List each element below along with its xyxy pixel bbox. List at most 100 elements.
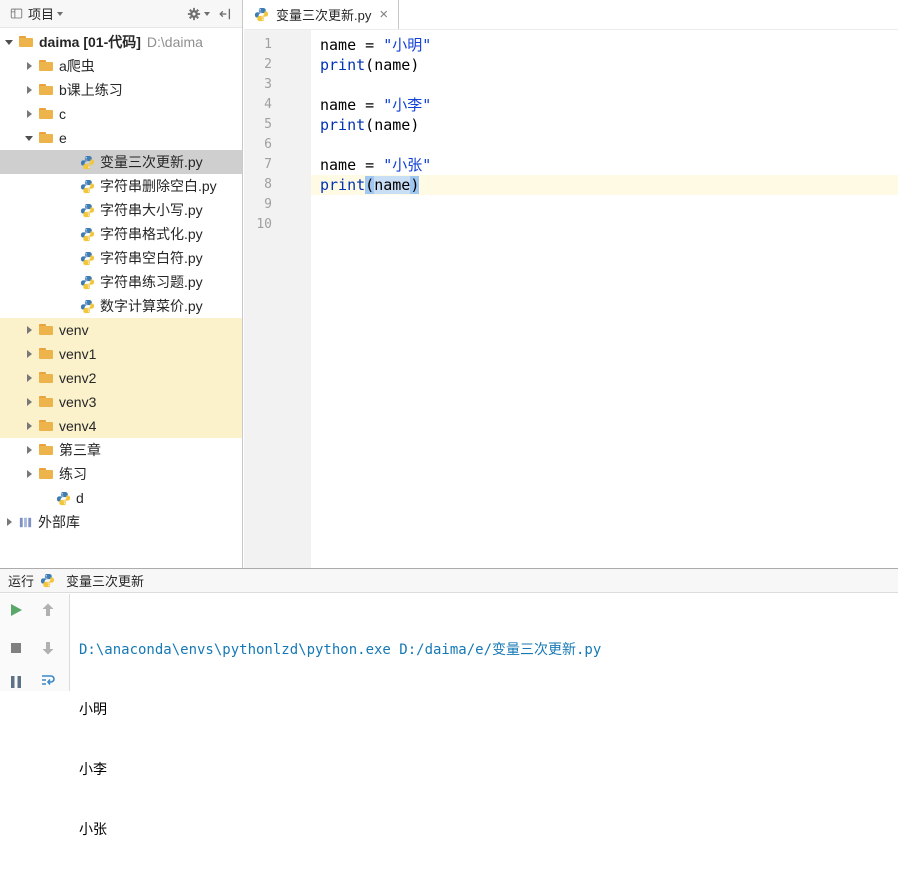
chevron-right-icon[interactable] xyxy=(22,346,38,362)
folder-icon xyxy=(38,442,54,458)
python-file-icon xyxy=(254,7,269,22)
chevron-right-icon[interactable] xyxy=(22,466,38,482)
console-output[interactable]: D:\anaconda\envs\pythonlzd\python.exe D:… xyxy=(71,594,898,838)
tree-item[interactable]: a爬虫 xyxy=(0,54,242,78)
tree-item[interactable]: e xyxy=(0,126,242,150)
chevron-right-icon[interactable] xyxy=(2,514,18,530)
folder-icon xyxy=(18,34,34,50)
stop-icon xyxy=(11,643,21,653)
chevron-right-icon[interactable] xyxy=(22,58,38,74)
code-line[interactable]: name = "小张" xyxy=(311,155,898,175)
tree-item[interactable]: venv4 xyxy=(0,414,242,438)
chevron-right-icon[interactable] xyxy=(22,442,38,458)
tree-item[interactable]: 字符串删除空白.py xyxy=(0,174,242,198)
close-icon[interactable]: × xyxy=(379,7,388,22)
code-line[interactable] xyxy=(311,135,898,155)
tree-item[interactable]: 字符串大小写.py xyxy=(0,198,242,222)
code-token: name xyxy=(374,56,411,74)
chevron-down-icon[interactable] xyxy=(2,34,18,50)
tree-item[interactable]: 练习 xyxy=(0,462,242,486)
chevron-right-icon[interactable] xyxy=(22,106,38,122)
line-number: 9 xyxy=(264,197,272,212)
tree-item-label: 变量三次更新.py xyxy=(100,154,203,170)
chevron-placeholder xyxy=(40,490,56,506)
code-line[interactable]: name = "小李" xyxy=(311,95,898,115)
run-panel-title: 运行 xyxy=(8,574,35,589)
code-line-caret[interactable]: print(name) xyxy=(311,175,898,195)
line-number: 3 xyxy=(264,77,272,92)
tree-item-label: a爬虫 xyxy=(59,58,95,74)
tree-item[interactable]: 数字计算菜价.py xyxy=(0,294,242,318)
tree-item[interactable]: venv1 xyxy=(0,342,242,366)
code-token-string: "小李" xyxy=(383,96,432,114)
tree-item-root[interactable]: daima [01-代码] D:\daima xyxy=(0,30,242,54)
code-token-keyword: print xyxy=(320,176,366,194)
tree-item-active-file[interactable]: 变量三次更新.py xyxy=(0,150,242,174)
settings-button[interactable] xyxy=(185,5,212,23)
tree-item-label: c xyxy=(59,106,66,122)
folder-icon xyxy=(38,322,54,338)
chevron-right-icon[interactable] xyxy=(22,418,38,434)
tree-item[interactable]: venv3 xyxy=(0,390,242,414)
code-line[interactable] xyxy=(311,195,898,215)
down-stacktrace-button[interactable] xyxy=(40,640,56,656)
up-stacktrace-button[interactable] xyxy=(40,602,56,618)
tree-item-label: b课上练习 xyxy=(59,82,123,98)
folder-icon xyxy=(38,58,54,74)
line-number: 8 xyxy=(264,177,272,192)
code-token-keyword: print xyxy=(320,116,366,134)
tree-item[interactable]: venv2 xyxy=(0,366,242,390)
soft-wrap-button[interactable] xyxy=(40,672,56,688)
folder-icon xyxy=(38,106,54,122)
tree-item[interactable]: c xyxy=(0,102,242,126)
code-line[interactable] xyxy=(311,75,898,95)
code-line[interactable] xyxy=(311,215,898,235)
tree-item[interactable]: venv xyxy=(0,318,242,342)
chevron-right-icon[interactable] xyxy=(22,370,38,386)
line-number: 7 xyxy=(264,157,272,172)
dropdown-caret-icon xyxy=(57,11,64,16)
soft-wrap-icon xyxy=(42,675,55,685)
stop-button[interactable] xyxy=(8,640,24,656)
folder-icon xyxy=(38,346,54,362)
code-line[interactable]: print(name) xyxy=(311,115,898,135)
python-file-icon xyxy=(80,251,95,265)
editor-tab-bar: 变量三次更新.py × xyxy=(244,0,898,30)
project-view-selector[interactable]: 项目 xyxy=(8,2,65,25)
code-token-keyword: print xyxy=(320,56,366,74)
tree-item-external-libraries[interactable]: 外部库 xyxy=(0,510,242,534)
tree-item-label: venv xyxy=(59,322,89,338)
tree-item-path: D:\daima xyxy=(146,34,203,50)
tree-item[interactable]: 字符串空白符.py xyxy=(0,246,242,270)
code-token: ) xyxy=(410,116,420,134)
editor-tab-active[interactable]: 变量三次更新.py × xyxy=(244,0,400,29)
chevron-right-icon[interactable] xyxy=(22,394,38,410)
folder-icon xyxy=(38,418,54,434)
code-line[interactable]: print(name) xyxy=(311,55,898,75)
run-panel-header[interactable]: 运行 变量三次更新 xyxy=(0,569,898,593)
pause-button[interactable] xyxy=(8,674,24,690)
python-file-icon xyxy=(80,203,95,217)
tree-item[interactable]: 第三章 xyxy=(0,438,242,462)
tree-item[interactable]: b课上练习 xyxy=(0,78,242,102)
rerun-button[interactable] xyxy=(8,602,24,618)
folder-icon xyxy=(38,82,54,98)
hide-panel-icon xyxy=(219,8,231,19)
tree-item-label: e xyxy=(59,130,67,146)
chevron-placeholder xyxy=(64,298,80,314)
hide-panel-button[interactable] xyxy=(216,5,234,23)
code-editor[interactable]: 1 2 3 4 5 6 7 8 9 10 name = "小明" print(n… xyxy=(244,30,898,568)
chevron-right-icon[interactable] xyxy=(22,82,38,98)
chevron-right-icon[interactable] xyxy=(22,322,38,338)
project-panel: 项目 daima [01-代码] D:\daima a爬虫 b课上练习 c e … xyxy=(0,0,243,568)
tree-item[interactable]: 字符串格式化.py xyxy=(0,222,242,246)
tree-item[interactable]: 字符串练习题.py xyxy=(0,270,242,294)
chevron-down-icon[interactable] xyxy=(22,130,38,146)
tree-item-label: 字符串格式化.py xyxy=(100,226,203,242)
tree-item[interactable]: d xyxy=(0,486,242,510)
console-line: 小李 xyxy=(79,762,107,778)
run-process-name: 变量三次更新 xyxy=(66,574,145,589)
code-line[interactable]: name = "小明" xyxy=(311,35,898,55)
code-area[interactable]: name = "小明" print(name) name = "小李" prin… xyxy=(311,30,898,568)
tree-item-label: 第三章 xyxy=(59,442,101,458)
